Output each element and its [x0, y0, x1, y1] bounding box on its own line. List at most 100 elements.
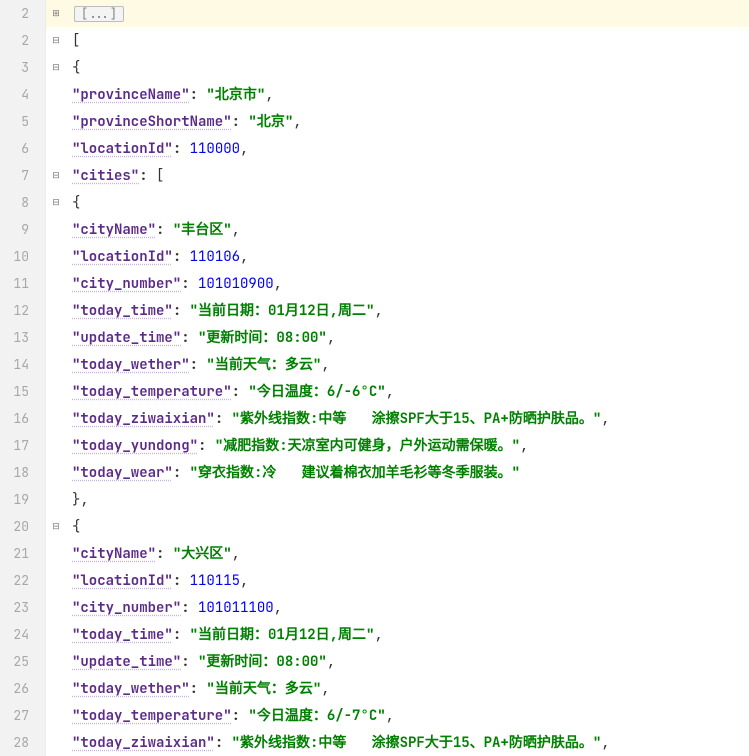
code-content[interactable]: "today_time": "当前日期：01月12日,周二",: [66, 621, 383, 648]
code-line[interactable]: 3⊟ {: [0, 54, 749, 81]
code-content[interactable]: "provinceName": "北京市",: [66, 81, 274, 108]
line-number: 11: [0, 270, 46, 297]
code-line[interactable]: 14 "today_wether": "当前天气：多云",: [0, 351, 749, 378]
code-line[interactable]: 6 "locationId": 110000,: [0, 135, 749, 162]
fold-collapse-icon[interactable]: ⊟: [46, 189, 66, 216]
line-number: 24: [0, 621, 46, 648]
code-line[interactable]: 9 "cityName": "丰台区",: [0, 216, 749, 243]
line-number: 28: [0, 729, 46, 756]
line-number: 19: [0, 486, 46, 513]
fold-gutter: [46, 297, 66, 324]
fold-gutter: [46, 459, 66, 486]
line-number: 23: [0, 594, 46, 621]
code-content[interactable]: "city_number": 101011100,: [66, 594, 282, 621]
code-line[interactable]: 13 "update_time": "更新时间：08:00",: [0, 324, 749, 351]
code-line[interactable]: 11 "city_number": 101010900,: [0, 270, 749, 297]
line-number: 14: [0, 351, 46, 378]
line-number: 5: [0, 108, 46, 135]
code-line[interactable]: 2⊞ [...]: [0, 0, 749, 27]
code-content[interactable]: "today_time": "当前日期：01月12日,周二",: [66, 297, 383, 324]
code-content[interactable]: "update_time": "更新时间：08:00",: [66, 648, 335, 675]
fold-gutter: [46, 243, 66, 270]
fold-gutter: [46, 432, 66, 459]
code-line[interactable]: 24 "today_time": "当前日期：01月12日,周二",: [0, 621, 749, 648]
line-number: 12: [0, 297, 46, 324]
code-content[interactable]: [: [66, 27, 80, 54]
line-number: 2: [0, 0, 46, 27]
fold-expand-icon[interactable]: ⊞: [46, 0, 66, 27]
line-number: 15: [0, 378, 46, 405]
line-number: 26: [0, 675, 46, 702]
fold-gutter: [46, 108, 66, 135]
line-number: 17: [0, 432, 46, 459]
code-line[interactable]: 10 "locationId": 110106,: [0, 243, 749, 270]
code-line[interactable]: 2⊟ [: [0, 27, 749, 54]
code-content[interactable]: "today_yundong": "减肥指数:天凉室内可健身，户外运动需保暖。"…: [66, 432, 528, 459]
code-content[interactable]: "cityName": "大兴区",: [66, 540, 240, 567]
code-line[interactable]: 21 "cityName": "大兴区",: [0, 540, 749, 567]
code-content[interactable]: "today_temperature": "今日温度：6/-6°C",: [66, 378, 394, 405]
line-number: 25: [0, 648, 46, 675]
fold-collapse-icon[interactable]: ⊟: [46, 54, 66, 81]
code-content[interactable]: },: [66, 486, 89, 513]
code-editor[interactable]: 2⊞ [...]2⊟ [3⊟ {4 "provinceName": "北京市",…: [0, 0, 749, 756]
code-content[interactable]: "cities": [: [66, 162, 164, 189]
code-content[interactable]: "today_temperature": "今日温度：6/-7°C",: [66, 702, 394, 729]
code-line[interactable]: 8⊟ {: [0, 189, 749, 216]
code-content[interactable]: {: [66, 54, 80, 81]
fold-gutter: [46, 675, 66, 702]
fold-gutter: [46, 486, 66, 513]
code-content[interactable]: "today_ziwaixian": "紫外线指数:中等 涂擦SPF大于15、P…: [66, 729, 610, 756]
code-line[interactable]: 5 "provinceShortName": "北京",: [0, 108, 749, 135]
fold-gutter: [46, 729, 66, 756]
code-content[interactable]: "provinceShortName": "北京",: [66, 108, 302, 135]
folded-region[interactable]: [...]: [74, 6, 124, 22]
code-content[interactable]: "locationId": 110000,: [66, 135, 248, 162]
code-content[interactable]: "today_wether": "当前天气：多云",: [66, 351, 330, 378]
line-number: 10: [0, 243, 46, 270]
fold-gutter: [46, 324, 66, 351]
code-content[interactable]: {: [66, 513, 80, 540]
code-content[interactable]: "city_number": 101010900,: [66, 270, 282, 297]
line-number: 13: [0, 324, 46, 351]
code-line[interactable]: 4 "provinceName": "北京市",: [0, 81, 749, 108]
code-content[interactable]: {: [66, 189, 80, 216]
code-line[interactable]: 28 "today_ziwaixian": "紫外线指数:中等 涂擦SPF大于1…: [0, 729, 749, 756]
code-line[interactable]: 25 "update_time": "更新时间：08:00",: [0, 648, 749, 675]
line-number: 18: [0, 459, 46, 486]
fold-gutter: [46, 405, 66, 432]
fold-collapse-icon[interactable]: ⊟: [46, 513, 66, 540]
code-line[interactable]: 19 },: [0, 486, 749, 513]
code-line[interactable]: 7⊟ "cities": [: [0, 162, 749, 189]
fold-gutter: [46, 540, 66, 567]
fold-gutter: [46, 351, 66, 378]
code-line[interactable]: 15 "today_temperature": "今日温度：6/-6°C",: [0, 378, 749, 405]
fold-gutter: [46, 702, 66, 729]
code-content[interactable]: "today_wether": "当前天气：多云",: [66, 675, 330, 702]
fold-collapse-icon[interactable]: ⊟: [46, 162, 66, 189]
line-number: 2: [0, 27, 46, 54]
code-content[interactable]: "today_ziwaixian": "紫外线指数:中等 涂擦SPF大于15、P…: [66, 405, 610, 432]
code-content[interactable]: "update_time": "更新时间：08:00",: [66, 324, 335, 351]
code-line[interactable]: 20⊟ {: [0, 513, 749, 540]
code-line[interactable]: 22 "locationId": 110115,: [0, 567, 749, 594]
code-line[interactable]: 12 "today_time": "当前日期：01月12日,周二",: [0, 297, 749, 324]
code-line[interactable]: 17 "today_yundong": "减肥指数:天凉室内可健身，户外运动需保…: [0, 432, 749, 459]
line-number: 22: [0, 567, 46, 594]
fold-collapse-icon[interactable]: ⊟: [46, 27, 66, 54]
code-line[interactable]: 27 "today_temperature": "今日温度：6/-7°C",: [0, 702, 749, 729]
code-line[interactable]: 16 "today_ziwaixian": "紫外线指数:中等 涂擦SPF大于1…: [0, 405, 749, 432]
fold-gutter: [46, 270, 66, 297]
code-content[interactable]: "locationId": 110115,: [66, 567, 248, 594]
code-line[interactable]: 26 "today_wether": "当前天气：多云",: [0, 675, 749, 702]
code-content[interactable]: "today_wear": "穿衣指数:冷 建议着棉衣加羊毛衫等冬季服装。": [66, 459, 520, 486]
code-line[interactable]: 23 "city_number": 101011100,: [0, 594, 749, 621]
line-number: 4: [0, 81, 46, 108]
fold-gutter: [46, 135, 66, 162]
fold-gutter: [46, 81, 66, 108]
code-content[interactable]: "locationId": 110106,: [66, 243, 248, 270]
fold-gutter: [46, 648, 66, 675]
code-line[interactable]: 18 "today_wear": "穿衣指数:冷 建议着棉衣加羊毛衫等冬季服装。…: [0, 459, 749, 486]
code-content[interactable]: "cityName": "丰台区",: [66, 216, 240, 243]
code-content[interactable]: [...]: [66, 0, 749, 27]
